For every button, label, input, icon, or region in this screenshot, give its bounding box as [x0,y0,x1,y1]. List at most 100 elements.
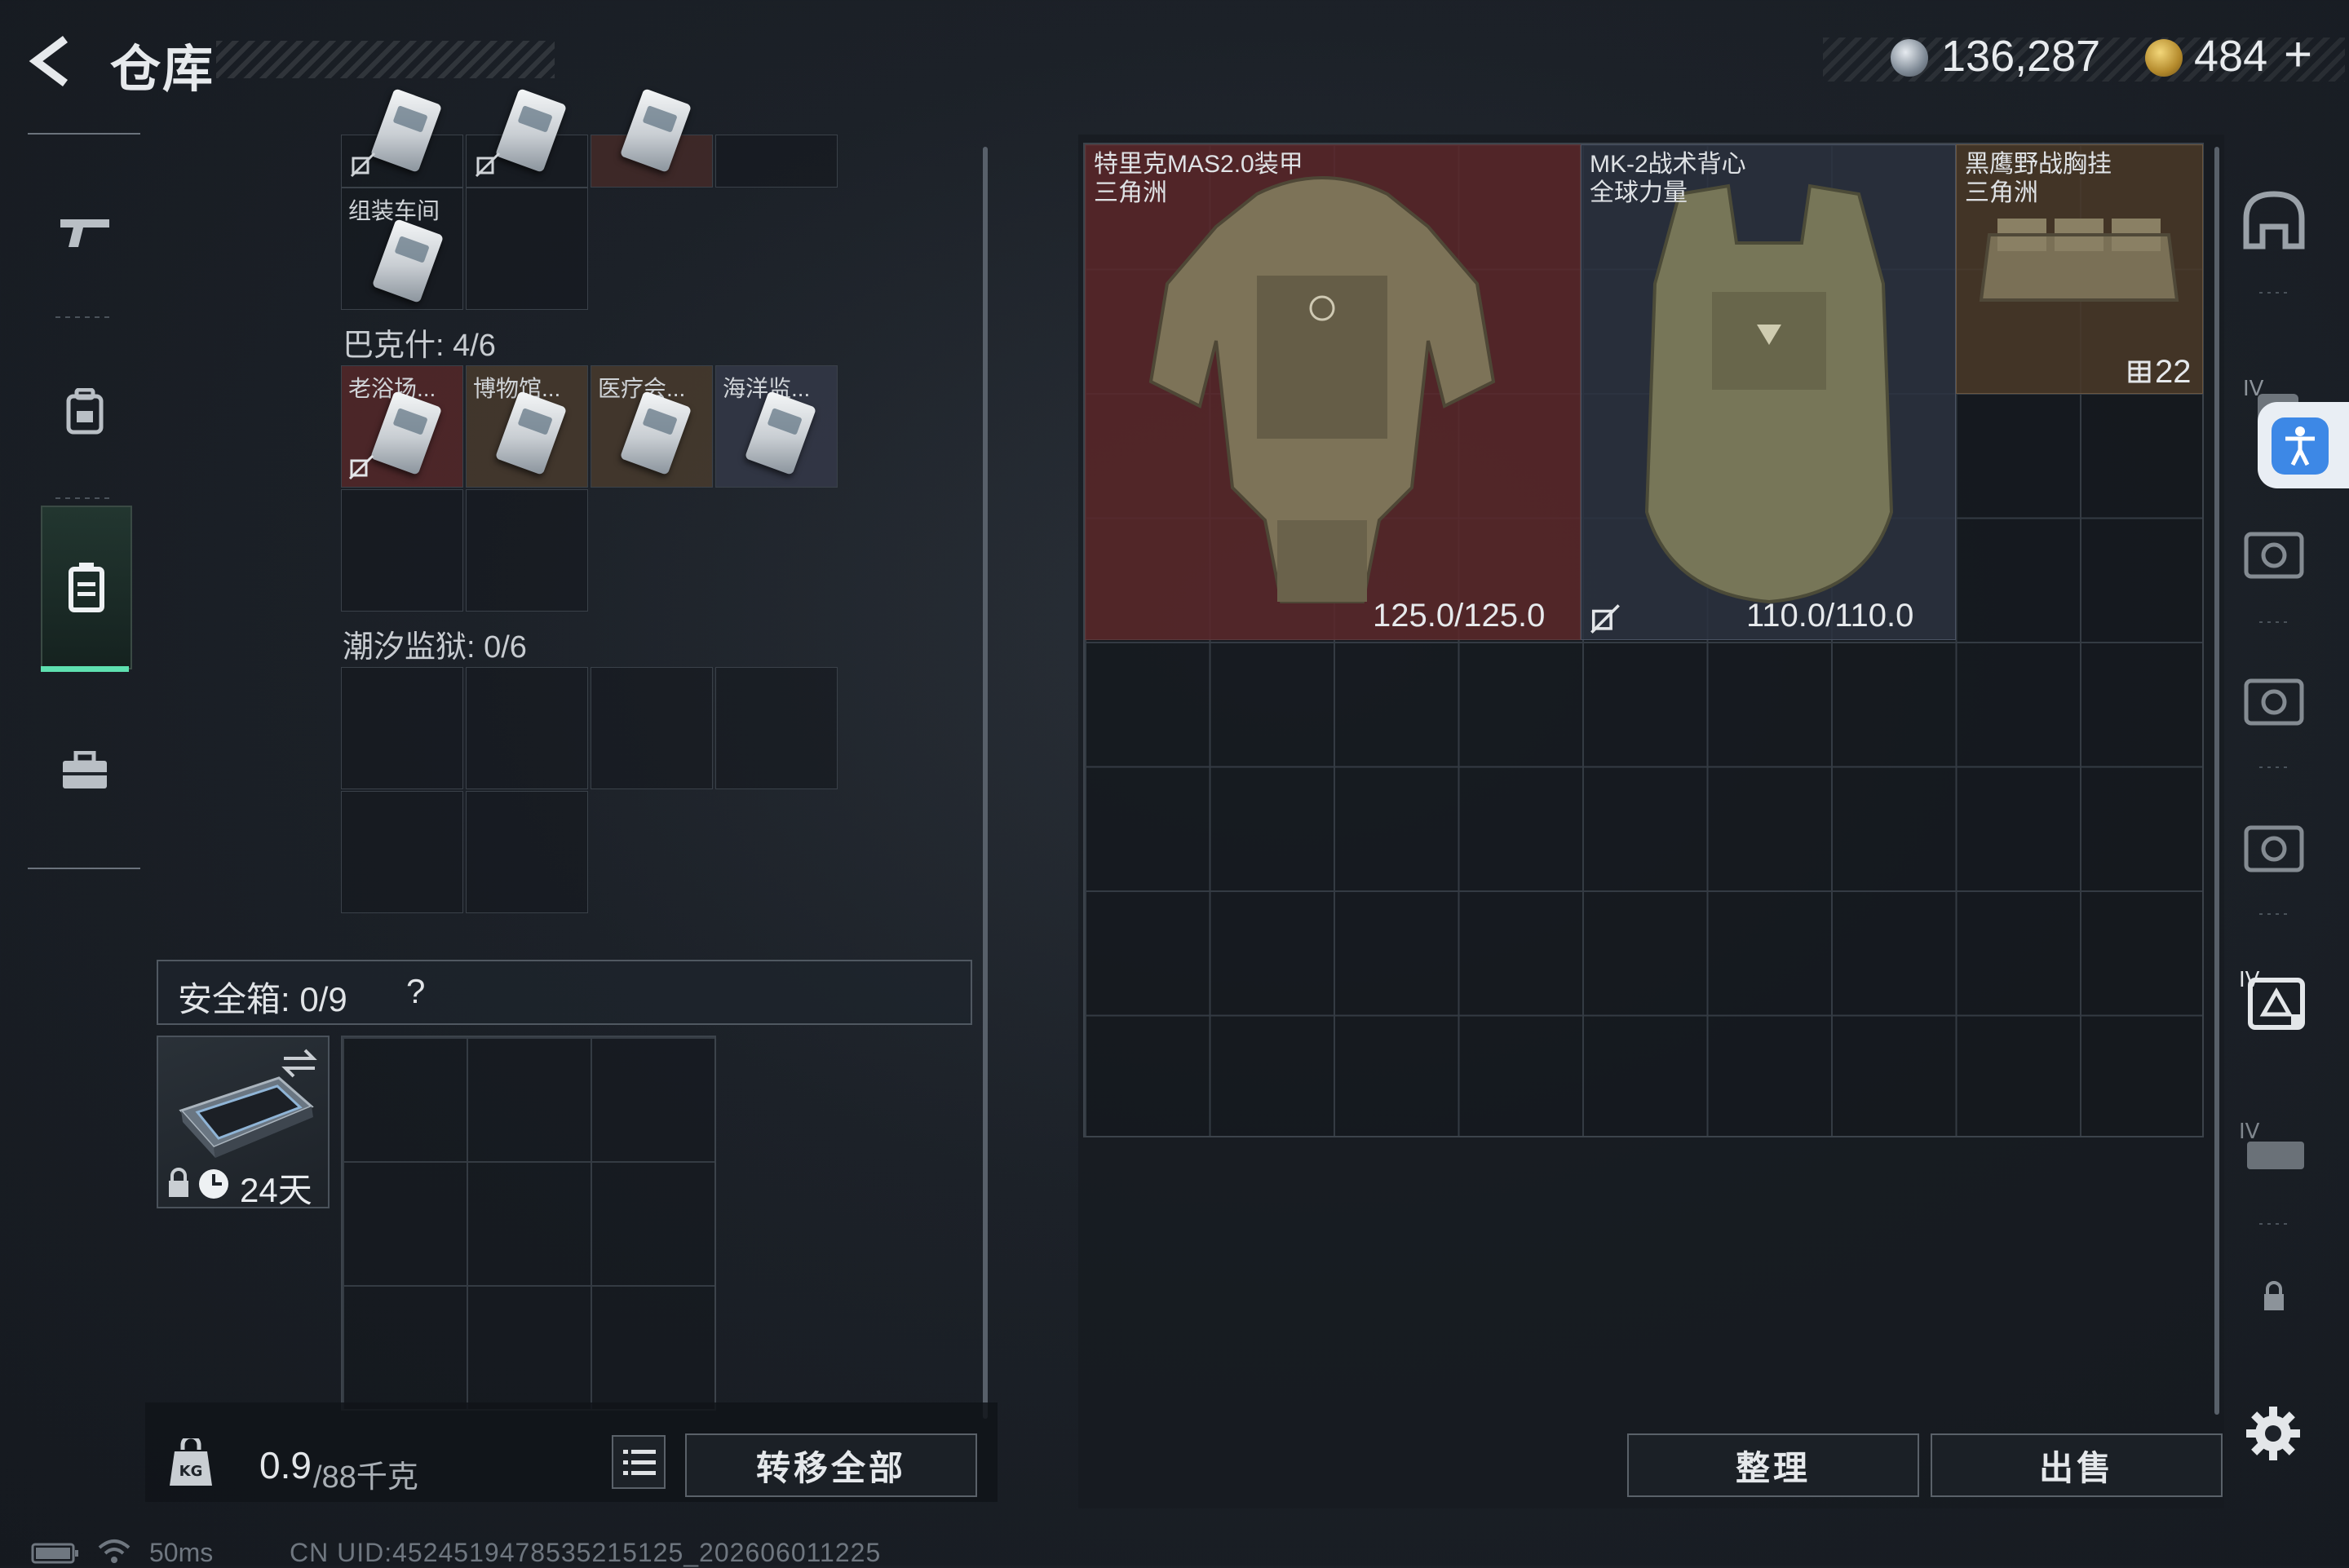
safe-box-help-button[interactable]: ? [406,972,425,1011]
swap-icon [281,1049,317,1078]
item-count: 22 [2155,354,2192,390]
item-name: MK-2战术背心 [1590,151,1746,178]
stack-count-icon [2128,360,2151,383]
weight-capacity: /88千克 [313,1460,418,1495]
weapon-icon [60,219,109,247]
key-slot[interactable]: 海洋监... [715,365,838,488]
equip-slot-chest-rig[interactable] [2233,660,2315,742]
back-arrow-icon[interactable] [24,33,82,90]
list-view-button[interactable] [612,1435,666,1489]
transfer-all-button[interactable]: 转移全部 [685,1433,977,1497]
key-slot[interactable]: 医疗会... [591,365,713,488]
equip-slot-pouch[interactable] [2233,807,2315,889]
silver-currency-value: 136,287 [1941,32,2101,81]
key-slot[interactable]: 老浴场... [341,365,463,488]
equip-separator [2259,621,2292,623]
backpack-icon [66,388,104,435]
clock-icon [199,1169,228,1199]
key-slot-icon: IV [2239,1120,2304,1169]
weight-current: 0.9 [259,1444,312,1486]
gold-coin-icon [2145,39,2183,77]
nav-separator [55,497,113,499]
svg-text:IV: IV [2239,1120,2260,1144]
map-section-label: 潮汐监狱: 0/6 [343,630,527,665]
helmet-slot-icon [2243,191,2305,250]
network-ping: 50ms [149,1538,214,1567]
no-bind-icon [1590,604,1620,634]
equip-slot-backpack[interactable] [2233,514,2315,595]
empty-slot[interactable] [466,791,588,913]
chest-rig-item[interactable]: 黑鹰野战胸挂 三角洲 22 [1956,144,2203,394]
safe-box-grid[interactable] [341,1036,716,1411]
equip-slot-case[interactable]: IV [2233,958,2315,1040]
body-armor-image [1148,176,1496,603]
sort-button[interactable]: 整理 [1627,1433,1919,1497]
nav-toolbox[interactable] [41,693,129,848]
user-uid: CN UID:4524519478535215125_202606011225 [290,1538,882,1567]
nav-separator [55,316,113,318]
equip-separator [2259,1223,2292,1225]
item-origin: 三角洲 [1094,179,1167,206]
durability-value: 125.0/125.0 [1373,598,1546,634]
add-currency-button[interactable]: + [2284,26,2312,82]
chest-rig-image [1979,219,2179,302]
nav-bottom-line [28,868,140,869]
top-header: 仓库 136,287 484 + [0,0,2349,122]
item-name: 黑鹰野战胸挂 [1965,151,2112,178]
tactical-vest-image [1644,183,1894,604]
item-label: 组装车间 [348,198,440,223]
nav-top-line [28,133,140,135]
wifi-icon [98,1539,130,1563]
settings-gear-icon[interactable] [2245,1405,2302,1462]
case-slot-icon: IV [2239,968,2305,1030]
empty-slot[interactable] [466,489,588,612]
safe-box-days-remaining: 24天 [240,1171,312,1209]
weight-icon: KG [170,1438,212,1486]
key-slot-partial[interactable] [341,88,463,188]
toolbox-icon [63,751,107,788]
nav-weapons[interactable] [41,155,129,310]
empty-slot[interactable] [466,188,588,310]
equip-separator [2259,913,2292,915]
armor-item-2[interactable]: MK-2战术背心 全球力量 110.0/110.0 [1581,144,1956,640]
gold-currency-value: 484 [2194,32,2268,81]
locker-icon [69,562,104,612]
empty-slot[interactable] [715,667,838,789]
sell-button[interactable]: 出售 [1931,1433,2223,1497]
equip-separator [2259,292,2292,294]
equip-slot-key[interactable]: IV [2233,1105,2315,1186]
lock-icon [2264,1281,2284,1310]
nav-locker[interactable] [41,506,132,669]
item-origin: 三角洲 [1965,179,2038,206]
durability-value: 110.0/110.0 [1746,598,1914,634]
key-slot-partial[interactable] [466,88,588,188]
empty-slot[interactable] [715,135,838,188]
armor-item-1[interactable]: 特里克MAS2.0装甲 三角洲 125.0/125.0 [1085,144,1581,640]
backpack-slot-icon [2244,532,2304,579]
map-section-label: 巴克什: 4/6 [343,329,496,363]
list-icon [623,1450,656,1475]
keycard-image [371,219,445,303]
no-bind-icon [350,152,376,178]
empty-slot[interactable] [341,667,463,789]
no-bind-icon [348,454,374,480]
empty-slot[interactable] [466,667,588,789]
empty-slot[interactable] [591,667,713,789]
pouch-slot-icon [2244,825,2304,872]
equip-slot-helmet[interactable] [2233,179,2315,261]
nav-backpack[interactable] [41,330,129,493]
battery-icon [31,1543,78,1564]
secure-case-image [179,1076,314,1158]
key-slot-partial[interactable] [591,88,713,188]
item-origin: 全球力量 [1590,179,1688,206]
empty-slot[interactable] [341,489,463,612]
empty-slot[interactable] [341,791,463,913]
key-slot[interactable]: 博物馆... [466,365,588,488]
page-title: 仓库 [110,42,215,98]
inventory-scrollbar[interactable] [2214,147,2219,1415]
key-slot-workshop[interactable]: 组装车间 [341,188,463,310]
equip-separator [2259,766,2292,768]
storage-scrollbar[interactable] [983,147,988,1419]
svg-text:KG: KG [179,1463,203,1480]
safe-box-label: 安全箱: 0/9 [178,980,347,1018]
